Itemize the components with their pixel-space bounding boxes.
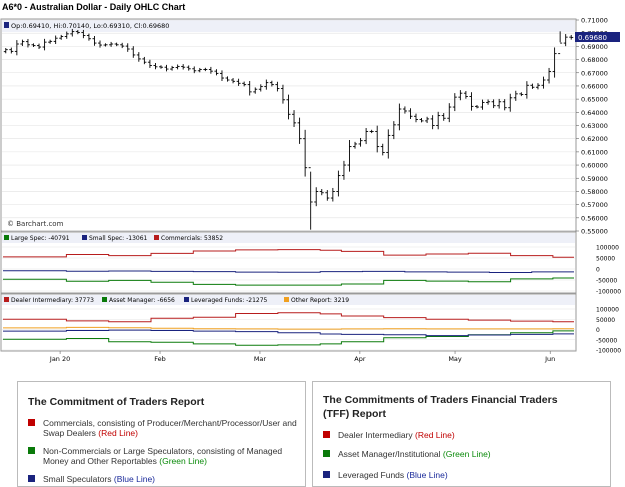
- price-tick-label: 0.67000: [581, 69, 608, 77]
- last-price-tag: 0.69680: [578, 34, 607, 42]
- tick-label: 0: [596, 327, 600, 334]
- tick-label: 50000: [596, 317, 615, 324]
- price-tick-label: 0.58000: [581, 188, 608, 196]
- legend-label: Commercials: 53852: [161, 235, 223, 242]
- price-tick-label: 0.59000: [581, 175, 608, 183]
- price-tick-label: 0.61000: [581, 148, 608, 156]
- blue-swatch-icon: [323, 471, 330, 478]
- tick-label: 100000: [596, 245, 619, 252]
- x-tick-label: Jan 20: [49, 355, 70, 363]
- tick-label: -50000: [596, 278, 617, 285]
- cot-desc-item-small-spec: Small Speculators (Blue Line): [28, 474, 303, 484]
- tick-label: 0: [596, 267, 600, 274]
- legend-label: Leveraged Funds: -21275: [191, 297, 268, 304]
- ohlc-readout: Op:0.69410, Hi:0.70140, Lo:0.69310, Cl:0…: [11, 22, 169, 30]
- price-y-axis: 0.710000.700000.690000.680000.670000.660…: [576, 17, 608, 236]
- cot-desc-item-commercials: Commercials, consisting of Producer/Merc…: [28, 418, 303, 438]
- blue-swatch-icon: [28, 475, 35, 482]
- cot-y-axis: 100000 50000 0 -50000 -100000: [596, 245, 621, 296]
- price-tick-label: 0.68000: [581, 56, 608, 64]
- x-tick-label: Apr: [354, 355, 366, 363]
- cot-legend-bar: [2, 233, 575, 243]
- legend-swatch: [4, 297, 9, 302]
- x-tick-label: Jun: [544, 355, 555, 363]
- tff-y-axis: 100000 50000 0 -50000 -100000: [596, 307, 621, 355]
- price-tick-label: 0.56000: [581, 214, 608, 222]
- tick-label: -100000: [596, 289, 621, 296]
- price-tick-label: 0.64000: [581, 109, 608, 117]
- red-swatch-icon: [323, 431, 330, 438]
- price-tick-label: 0.69000: [581, 43, 608, 51]
- green-swatch-icon: [323, 450, 330, 457]
- red-swatch-icon: [28, 419, 35, 426]
- legend-label: Small Spec: -13061: [89, 235, 148, 242]
- tff-desc-item-asset-manager: Asset Manager/Institutional (Green Line): [323, 449, 603, 459]
- legend-label: Asset Manager: -6656: [109, 297, 175, 304]
- price-panel: [0, 18, 577, 232]
- green-swatch-icon: [28, 447, 35, 454]
- legend-swatch: [184, 297, 189, 302]
- tick-label: 50000: [596, 256, 615, 263]
- cot-desc-item-large-spec: Non-Commercials or Large Speculators, co…: [28, 446, 303, 466]
- legend-label: Large Spec: -40791: [11, 235, 70, 242]
- price-tick-label: 0.65000: [581, 96, 608, 104]
- legend-swatch: [102, 297, 107, 302]
- ohlc-readout-swatch: [4, 22, 9, 28]
- price-tick-label: 0.63000: [581, 122, 608, 130]
- price-tick-label: 0.62000: [581, 135, 608, 143]
- x-axis: Jan 20 Feb Mar Apr May Jun: [49, 351, 555, 363]
- price-tick-label: 0.55000: [581, 228, 608, 236]
- watermark: © Barchart.com: [7, 220, 64, 228]
- tick-label: 100000: [596, 307, 619, 314]
- tick-label: -100000: [596, 348, 621, 355]
- price-tick-label: 0.66000: [581, 82, 608, 90]
- cot-description-panel: The Commitment of Traders Report Commerc…: [17, 381, 306, 487]
- cot-legend: Large Spec: -40791 Small Spec: -13061 Comm…: [4, 235, 223, 242]
- x-tick-label: May: [448, 355, 462, 363]
- legend-swatch: [284, 297, 289, 302]
- legend-label: Other Report: 3219: [291, 297, 349, 304]
- tff-description-panel: The Commitments of Traders Financial Tra…: [312, 381, 611, 487]
- price-tick-label: 0.60000: [581, 162, 608, 170]
- legend-swatch: [4, 235, 9, 240]
- chart-area: 0.710000.700000.690000.680000.670000.660…: [0, 17, 621, 363]
- cot-description-heading: The Commitment of Traders Report: [28, 396, 205, 408]
- legend-swatch: [154, 235, 159, 240]
- tick-label: -50000: [596, 337, 617, 344]
- legend-label: Dealer Intermediary: 37773: [11, 297, 94, 304]
- legend-swatch: [82, 235, 87, 240]
- tff-desc-item-dealer: Dealer Intermediary (Red Line): [323, 430, 603, 440]
- price-tick-label: 0.71000: [581, 17, 608, 25]
- price-tick-label: 0.57000: [581, 201, 608, 209]
- x-tick-label: Mar: [254, 355, 267, 363]
- x-tick-label: Feb: [154, 355, 166, 363]
- tff-desc-item-leveraged: Leveraged Funds (Blue Line): [323, 470, 603, 480]
- tff-description-heading: The Commitments of Traders Financial Tra…: [323, 394, 558, 420]
